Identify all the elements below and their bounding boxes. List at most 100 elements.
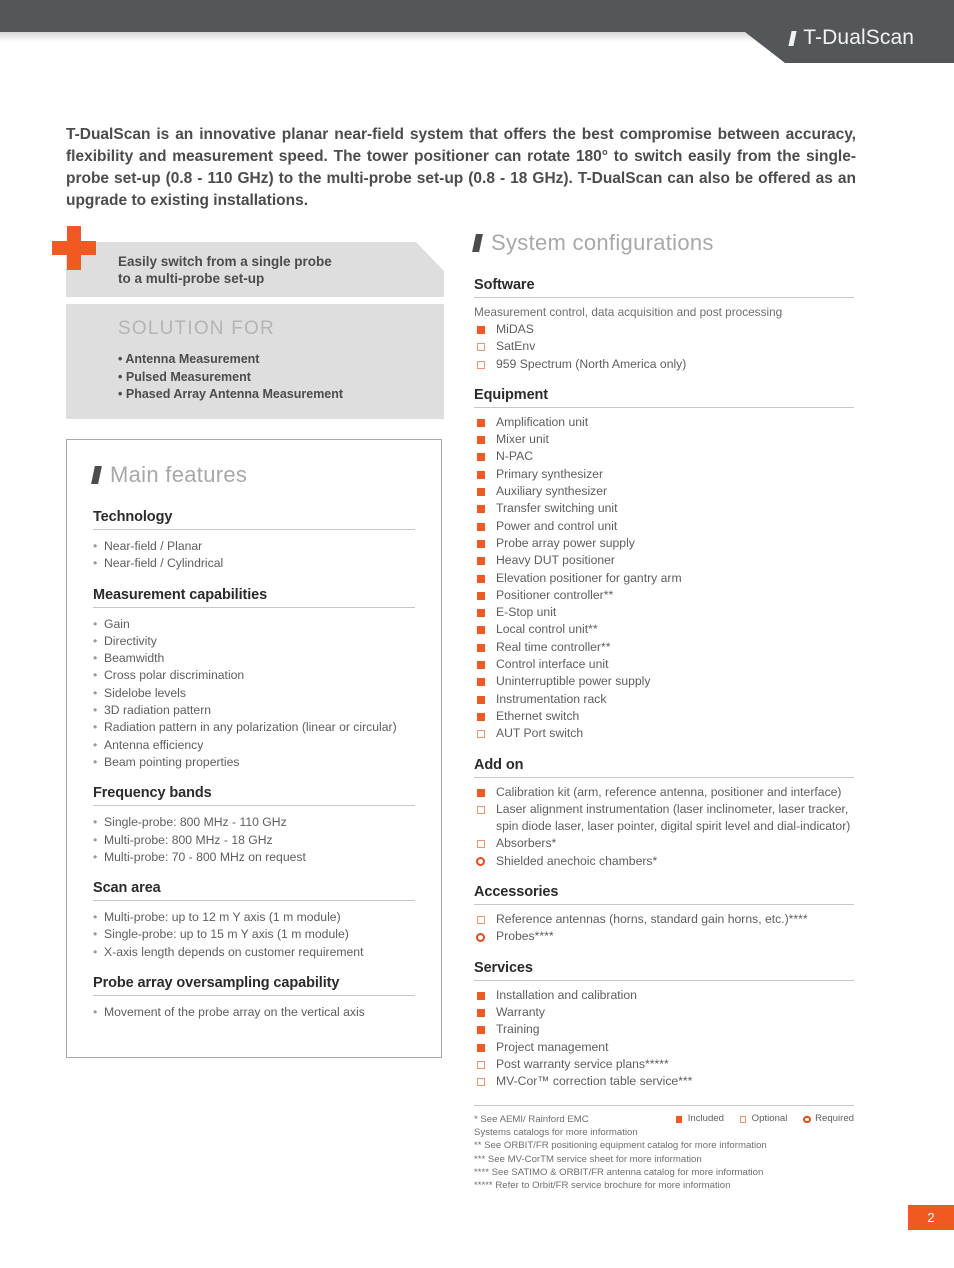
list-item-label: Absorbers*	[496, 836, 557, 851]
frequency-bands-list: Single-probe: 800 MHz - 110 GHz Multi-pr…	[93, 814, 415, 866]
section-title-probe-array-oversampling: Probe array oversampling capability	[93, 975, 415, 997]
footnote-line: ** See ORBIT/FR positioning equipment ca…	[474, 1140, 767, 1152]
list-item-label: Positioner controller**	[496, 587, 614, 602]
included-marker-icon	[477, 609, 485, 618]
list-item: AUT Port switch	[474, 725, 854, 742]
list-item: 3D radiation pattern	[93, 702, 415, 720]
list-item: Ethernet switch	[474, 708, 854, 725]
list-item: Movement of the probe array on the verti…	[93, 1004, 415, 1022]
optional-marker-icon	[477, 1078, 485, 1087]
list-item-label: AUT Port switch	[496, 726, 584, 741]
section-title-services: Services	[474, 960, 854, 981]
list-item: Training	[474, 1021, 854, 1038]
list-item: Installation and calibration	[474, 987, 854, 1004]
included-marker-icon	[477, 591, 485, 600]
included-marker-icon	[477, 712, 485, 721]
list-item: Antenna efficiency	[93, 737, 415, 755]
list-item-label: Mixer unit	[496, 432, 549, 447]
included-marker-icon	[477, 788, 485, 797]
list-item: Single-probe: up to 15 m Y axis (1 m mod…	[93, 926, 415, 944]
list-item-label: Ethernet switch	[496, 708, 580, 723]
optional-marker-icon	[477, 805, 485, 814]
probe-array-oversampling-list: Movement of the probe array on the verti…	[93, 1004, 415, 1022]
included-marker-icon	[477, 1026, 485, 1035]
solution-for-title: SOLUTION FOR	[118, 318, 275, 339]
list-item-label: Transfer switching unit	[496, 501, 618, 516]
list-item: Absorbers*	[474, 835, 854, 852]
list-item-label: MiDAS	[496, 322, 534, 336]
slash-mark-icon	[788, 31, 797, 46]
list-item: Mixer unit	[474, 431, 854, 448]
list-item: Transfer switching unit	[474, 500, 854, 517]
list-item-label: Shielded anechoic chambers*	[496, 853, 658, 868]
list-item-label: Uninterruptible power supply	[496, 674, 651, 689]
list-item: Power and control unit	[474, 518, 854, 535]
list-item: Heavy DUT positioner	[474, 552, 854, 569]
list-item: Laser alignment instrumentation (laser i…	[474, 801, 854, 836]
optional-marker-icon	[477, 916, 485, 925]
list-item: X-axis length depends on customer requir…	[93, 944, 415, 962]
measurement-capabilities-list: Gain Directivity Beamwidth Cross polar d…	[93, 616, 415, 772]
list-item: E-Stop unit	[474, 604, 854, 621]
list-item: Control interface unit	[474, 656, 854, 673]
list-item-label: Project management	[496, 1039, 609, 1054]
list-item: Single-probe: 800 MHz - 110 GHz	[93, 814, 415, 832]
included-marker-icon	[477, 418, 485, 427]
optional-marker-icon	[477, 840, 485, 849]
list-item-label: Laser alignment instrumentation (laser i…	[496, 801, 851, 834]
list-item: Radiation pattern in any polarization (l…	[93, 719, 415, 737]
required-marker-icon	[803, 1115, 811, 1123]
legend-required: Required	[803, 1113, 854, 1124]
list-item: Phased Array Antenna Measurement	[118, 386, 343, 404]
list-item-label: Amplification unit	[496, 414, 589, 429]
list-item-label: E-Stop unit	[496, 605, 557, 620]
list-item: Real time controller**	[474, 639, 854, 656]
included-marker-icon	[477, 678, 485, 687]
technology-list: Near-field / Planar Near-field / Cylindr…	[93, 538, 415, 573]
footnote-line: **** See SATIMO & ORBIT/FR antenna catal…	[474, 1166, 764, 1178]
section-title-software: Software	[474, 277, 854, 298]
list-item: Project management	[474, 1039, 854, 1056]
included-marker-icon	[477, 505, 485, 514]
footnote-line: Systems catalogs for more information	[474, 1127, 638, 1139]
list-item: Instrumentation rack	[474, 691, 854, 708]
included-marker-icon	[477, 326, 485, 334]
list-item-label: Instrumentation rack	[496, 691, 607, 706]
section-title-equipment: Equipment	[474, 387, 854, 408]
list-item-label: Control interface unit	[496, 657, 609, 672]
list-item: Elevation positioner for gantry arm	[474, 570, 854, 587]
list-item: Reference antennas (horns, standard gain…	[474, 911, 854, 928]
right-column: System configurations Software Measureme…	[472, 230, 854, 1090]
list-item: Beamwidth	[93, 650, 415, 668]
included-marker-icon	[675, 1116, 683, 1123]
optional-marker-icon	[477, 360, 485, 369]
slash-mark-icon	[472, 234, 483, 252]
included-marker-icon	[477, 661, 485, 670]
add-on-list: Calibration kit (arm, reference antenna,…	[474, 784, 854, 870]
list-item: Auxiliary synthesizer	[474, 483, 854, 500]
list-item-label: Post warranty service plans*****	[496, 1056, 669, 1071]
footnote-line: *** See MV-CorTM service sheet for more …	[474, 1153, 702, 1165]
main-features-panel: Main features Technology Near-field / Pl…	[66, 439, 442, 1058]
list-item-label: Probes****	[496, 929, 554, 944]
list-item-label: Installation and calibration	[496, 987, 637, 1002]
accessories-list: Reference antennas (horns, standard gain…	[474, 911, 854, 946]
list-item-label: Auxiliary synthesizer	[496, 484, 608, 499]
included-marker-icon	[477, 626, 485, 635]
section-title-technology: Technology	[93, 509, 415, 530]
included-marker-icon	[477, 991, 485, 1000]
header-title-text: T-DualScan	[803, 26, 914, 49]
required-marker-icon	[476, 932, 485, 942]
list-item: Positioner controller**	[474, 587, 854, 604]
software-list: MiDAS SatEnv 959 Spectrum (North America…	[474, 321, 854, 373]
system-configurations-heading-text: System configurations	[491, 230, 714, 255]
included-marker-icon	[477, 695, 485, 704]
list-item-label: Probe array power supply	[496, 535, 635, 550]
list-item: Directivity	[93, 633, 415, 651]
list-item-label: Reference antennas (horns, standard gain…	[496, 912, 808, 927]
software-note: Measurement control, data acquisition an…	[474, 305, 783, 319]
list-item: Warranty	[474, 1004, 854, 1021]
solution-for-box: SOLUTION FOR Antenna Measurement Pulsed …	[66, 304, 444, 419]
list-item-label: N-PAC	[496, 449, 534, 464]
legend-label: Included	[687, 1113, 724, 1124]
